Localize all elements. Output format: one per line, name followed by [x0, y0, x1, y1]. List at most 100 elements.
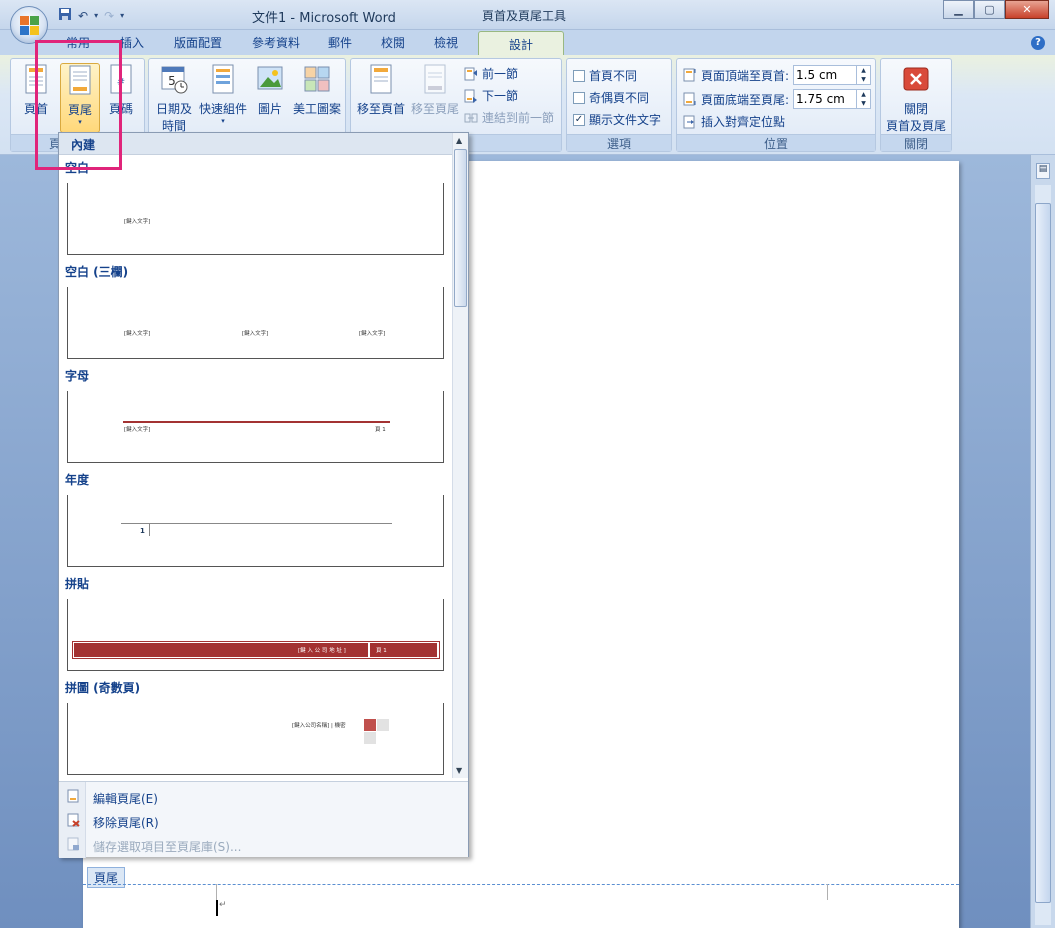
tile-band: [鍵 入 公 司 地 址 ] 頁 1 — [72, 641, 440, 659]
clip-art-icon — [304, 66, 330, 92]
placeholder-text: [鍵 入 公 司 地 址 ] — [298, 648, 346, 654]
undo-icon[interactable]: ↶ — [78, 9, 88, 23]
quick-parts-button[interactable]: 快速組件 ▾ — [197, 63, 249, 125]
vertical-scrollbar[interactable]: ▤ — [1030, 155, 1055, 928]
page-number-text: 頁 1 — [375, 427, 386, 433]
placeholder-text: [鍵入文字] — [359, 331, 386, 337]
show-document-text-checkbox[interactable]: ✓ 顯示文件文字 — [573, 111, 661, 128]
picture-button[interactable]: 圖片 — [253, 63, 287, 117]
checkmark-icon: ✓ — [573, 113, 585, 126]
previous-section-button[interactable]: 前一節 — [464, 65, 518, 82]
gallery-item-blank-three-column[interactable]: [鍵入文字] [鍵入文字] [鍵入文字] — [67, 287, 444, 359]
gallery-item-tiles[interactable]: [鍵 入 公 司 地 址 ] 頁 1 — [67, 599, 444, 671]
picture-icon — [257, 66, 283, 90]
divider-line — [149, 524, 150, 536]
footer-button[interactable]: 頁尾 ▾ — [60, 63, 100, 133]
customize-qat-icon[interactable]: ▾ — [120, 11, 124, 20]
redo-icon[interactable]: ↷ — [104, 9, 114, 23]
save-selection-to-gallery-menu-item[interactable]: 儲存選取項目至頁尾庫(S)... — [93, 838, 241, 855]
undo-dropdown-icon[interactable]: ▾ — [94, 11, 98, 20]
previous-section-icon — [464, 67, 477, 80]
goto-header-icon — [370, 64, 392, 94]
office-logo-icon — [20, 16, 39, 35]
ribbon-tabs: 常用 插入 版面配置 參考資料 郵件 校閱 檢視 設計 ? — [0, 30, 1055, 56]
save-to-gallery-icon — [67, 837, 79, 851]
window-controls: ▁ ▢ ✕ — [943, 0, 1049, 19]
scroll-up-icon[interactable]: ▲ — [456, 136, 462, 145]
divider-line — [121, 523, 392, 524]
svg-text:#: # — [117, 77, 125, 88]
header-position-value: 1.5 cm — [796, 68, 838, 82]
office-button[interactable] — [10, 6, 48, 44]
tab-review[interactable]: 校閱 — [381, 34, 405, 51]
footer-icon — [69, 65, 91, 95]
footer-position-icon — [683, 92, 696, 106]
minimize-button[interactable]: ▁ — [943, 0, 974, 19]
footer-position-spinner[interactable]: 1.75 cm ▲ ▼ — [793, 89, 872, 109]
scroll-down-icon[interactable]: ▼ — [456, 766, 462, 775]
page-number-button[interactable]: # 頁碼 — [106, 63, 136, 117]
save-icon[interactable] — [58, 7, 72, 24]
tab-marker — [827, 884, 828, 900]
group-close: 關閉 頁首及頁尾 關閉 — [880, 58, 952, 152]
page-number-icon: # — [110, 64, 132, 94]
gallery-item-annual[interactable]: 1 — [67, 495, 444, 567]
link-to-previous-button[interactable]: 連結到前一節 — [464, 109, 554, 126]
gallery-scroll-thumb[interactable] — [454, 149, 467, 307]
gallery-scrollbar[interactable]: ▲ ▼ — [452, 133, 468, 778]
header-label: 頁首 — [23, 102, 48, 116]
datetime-button[interactable]: 5 日期及 時間 — [154, 63, 194, 134]
goto-footer-button[interactable]: 移至頁尾 — [409, 63, 461, 117]
remove-footer-icon — [67, 813, 80, 827]
gallery-item-blank[interactable]: [鍵入文字] — [67, 183, 444, 255]
chevron-down-icon: ▾ — [78, 118, 82, 126]
tab-page-layout[interactable]: 版面配置 — [174, 34, 222, 51]
insert-alignment-tab-button[interactable]: 插入對齊定位點 — [683, 113, 785, 130]
gallery-item-label: 拼圖 (奇數頁) — [65, 681, 141, 695]
contextual-tools-title: 頁首及頁尾工具 — [482, 9, 567, 23]
edit-footer-menu-item[interactable]: 編輯頁尾(E) — [93, 790, 158, 807]
spinner-arrows-icon[interactable]: ▲ ▼ — [856, 66, 870, 84]
title-bar: ↶ ▾ ↷ ▾ 文件1 - Microsoft Word 頁首及頁尾工具 ▁ ▢… — [0, 0, 1055, 30]
close-button[interactable]: ✕ — [1005, 0, 1049, 19]
tab-insert[interactable]: 插入 — [120, 34, 144, 51]
view-ruler-icon[interactable]: ▤ — [1036, 163, 1050, 179]
placeholder-text: [鍵入公司名稱] | 機密 — [292, 723, 346, 729]
spinner-arrows-icon[interactable]: ▲ ▼ — [856, 90, 870, 108]
different-first-page-checkbox[interactable]: 首頁不同 — [573, 67, 637, 84]
goto-header-button[interactable]: 移至頁首 — [355, 63, 407, 117]
footer-position-label: 頁面底端至頁尾: — [701, 92, 790, 107]
header-position-label: 頁面頂端至頁首: — [701, 68, 790, 83]
page-number-text: 1 — [140, 527, 145, 535]
maximize-button[interactable]: ▢ — [974, 0, 1005, 19]
clip-art-button[interactable]: 美工圖案 — [291, 63, 343, 117]
header-position-icon — [683, 68, 696, 82]
remove-footer-menu-item[interactable]: 移除頁尾(R) — [93, 814, 159, 831]
header-button[interactable]: 頁首 — [21, 63, 51, 117]
close-header-footer-button[interactable]: 關閉 頁首及頁尾 — [883, 63, 949, 134]
gallery-item-alphabet[interactable]: [鍵入文字] 頁 1 — [67, 391, 444, 463]
header-position: 頁面頂端至頁首: 1.5 cm ▲ ▼ — [683, 65, 872, 85]
tab-marker — [216, 884, 217, 900]
tab-mailings[interactable]: 郵件 — [328, 34, 352, 51]
next-section-button[interactable]: 下一節 — [464, 87, 518, 104]
gallery-item-puzzle-odd[interactable]: [鍵入公司名稱] | 機密 — [67, 703, 444, 775]
tab-home[interactable]: 常用 — [66, 34, 90, 51]
placeholder-text: [鍵入文字] — [124, 331, 151, 337]
tab-view[interactable]: 檢視 — [434, 34, 458, 51]
header-position-spinner[interactable]: 1.5 cm ▲ ▼ — [793, 65, 872, 85]
placeholder-text: [鍵入文字] — [124, 219, 151, 225]
tab-design[interactable]: 設計 — [478, 31, 565, 56]
gallery-item-label: 年度 — [65, 473, 90, 487]
datetime-label-line1: 日期及 — [155, 102, 192, 116]
tab-references[interactable]: 參考資料 — [252, 34, 300, 51]
help-icon[interactable]: ? — [1031, 36, 1045, 50]
show-document-text-label: 顯示文件文字 — [589, 113, 662, 127]
footer-position: 頁面底端至頁尾: 1.75 cm ▲ ▼ — [683, 89, 872, 109]
goto-footer-label: 移至頁尾 — [410, 102, 459, 116]
text-cursor — [216, 900, 218, 916]
scroll-thumb[interactable] — [1035, 203, 1051, 903]
different-odd-even-checkbox[interactable]: 奇偶頁不同 — [573, 89, 649, 106]
header-icon — [25, 64, 47, 94]
footer-gallery-dropdown: 內建 空白 [鍵入文字] 空白 (三欄) [鍵入文字] [鍵入文字] [鍵入文字… — [58, 132, 469, 858]
